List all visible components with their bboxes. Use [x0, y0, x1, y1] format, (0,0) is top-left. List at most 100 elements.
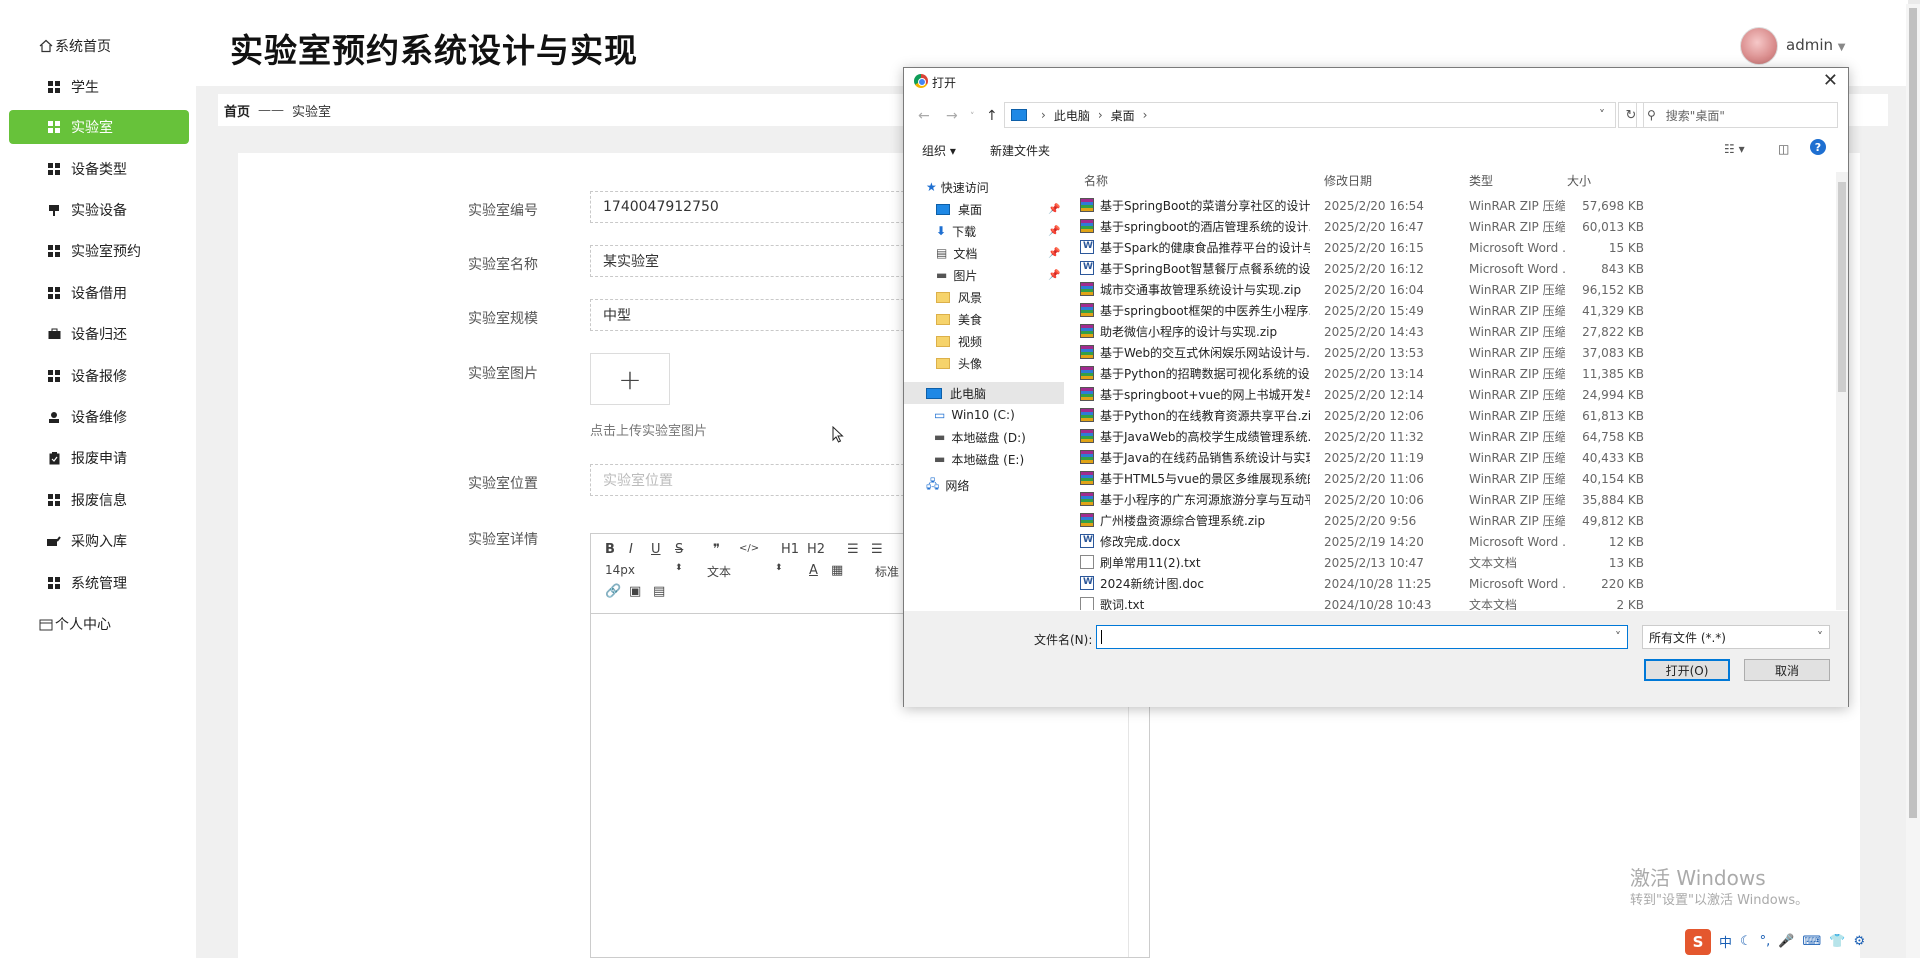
- tree-item-drive-c[interactable]: ▭ Win10 (C:): [904, 404, 1064, 426]
- font-color-button[interactable]: A: [809, 563, 818, 578]
- filename-input[interactable]: ˅: [1096, 625, 1628, 649]
- sidebar-item-lab-booking[interactable]: 实验室预约: [9, 234, 189, 268]
- file-row[interactable]: 助老微信小程序的设计与实现.zip 2025/2/20 14:43 WinRAR Z…: [1074, 321, 1836, 342]
- organize-button[interactable]: 组织 ▾: [922, 142, 956, 159]
- ordered-list-button[interactable]: ☰: [847, 542, 859, 557]
- tree-item-folder[interactable]: 美食: [904, 308, 1064, 330]
- help-icon[interactable]: ?: [1810, 139, 1826, 155]
- page-scrollbar[interactable]: [1906, 4, 1920, 958]
- forward-arrow-icon[interactable]: →: [946, 108, 958, 124]
- tree-item-drive-d[interactable]: ▬ 本地磁盘 (D:): [904, 426, 1064, 448]
- strike-button[interactable]: S: [675, 542, 683, 557]
- sidebar-item-profile[interactable]: 个人中心: [9, 607, 189, 641]
- tree-item-folder[interactable]: 视频: [904, 330, 1064, 352]
- tree-item-desktop[interactable]: 桌面 📌: [904, 198, 1064, 220]
- sidebar-item-device-borrow[interactable]: 设备借用: [9, 276, 189, 310]
- link-icon[interactable]: 🔗: [605, 584, 621, 599]
- tree-item-downloads[interactable]: ⬇ 下载 📌: [904, 220, 1064, 242]
- tree-item-folder[interactable]: 风景: [904, 286, 1064, 308]
- tree-item-quick-access[interactable]: ★ 快速访问: [904, 176, 1064, 198]
- file-row[interactable]: 城市交通事故管理系统设计与实现.zip 2025/2/20 16:04 WinRAR…: [1074, 279, 1836, 300]
- keyboard-icon[interactable]: ⌨: [1803, 934, 1822, 949]
- skin-icon[interactable]: 👕: [1829, 934, 1845, 949]
- view-options-icon[interactable]: ☷ ▾: [1724, 142, 1745, 156]
- microphone-icon[interactable]: 🎤: [1778, 934, 1794, 949]
- underline-button[interactable]: U: [651, 542, 661, 557]
- file-row[interactable]: 基于Python的在线教育资源共享平台.zip 2025/2/20 12:06 Wi…: [1074, 405, 1836, 426]
- tree-item-documents[interactable]: ▤ 文档 📌: [904, 242, 1064, 264]
- image-upload-button[interactable]: +: [590, 353, 670, 405]
- bg-color-button[interactable]: ▦: [831, 563, 843, 578]
- avatar[interactable]: [1740, 27, 1778, 65]
- moon-icon[interactable]: ☾: [1740, 934, 1752, 949]
- file-row[interactable]: 基于小程序的广东河源旅游分享与互动平... 2025/2/20 10:06 WinR…: [1074, 489, 1836, 510]
- file-row[interactable]: 2024新统计图.doc2024/10/28 11:25Microsoft Wo…: [1074, 573, 1836, 594]
- italic-button[interactable]: I: [629, 542, 633, 557]
- file-row[interactable]: 基于Python的招聘数据可视化系统的设... 2025/2/20 13:14 Wi…: [1074, 363, 1836, 384]
- column-header-type[interactable]: 类型: [1469, 172, 1493, 189]
- chevron-down-icon[interactable]: ˅: [970, 112, 975, 122]
- file-row[interactable]: 广州楼盘资源综合管理系统.zip 2025/2/20 9:56 WinRAR ZIP…: [1074, 510, 1836, 531]
- code-button[interactable]: </>: [739, 543, 759, 554]
- punctuation-icon[interactable]: °,: [1760, 934, 1771, 949]
- quote-button[interactable]: ❞: [713, 542, 720, 557]
- file-row[interactable]: 基于JavaWeb的高校学生成绩管理系统... 2025/2/20 11:32 Wi…: [1074, 426, 1836, 447]
- h1-button[interactable]: H1: [781, 542, 799, 557]
- tree-item-drive-e[interactable]: ▬ 本地磁盘 (E:): [904, 448, 1064, 470]
- bullet-list-button[interactable]: ☰: [871, 542, 883, 557]
- sidebar-item-home[interactable]: 系统首页: [9, 29, 189, 63]
- cancel-button[interactable]: 取消: [1744, 659, 1830, 681]
- sidebar-item-device-type[interactable]: 设备类型: [9, 152, 189, 186]
- file-row[interactable]: 基于SpringBoot智慧餐厅点餐系统的设... 2025/2/20 16:12…: [1074, 258, 1836, 279]
- file-list-scrollbar[interactable]: [1836, 172, 1848, 610]
- file-row[interactable]: 基于HTML5与vue的景区多维展现系统的... 2025/2/20 11:06 W…: [1074, 468, 1836, 489]
- user-menu[interactable]: admin ▼: [1786, 36, 1845, 54]
- file-row[interactable]: 基于springboot框架的中医养生小程序... 2025/2/20 15:49…: [1074, 300, 1836, 321]
- scrollbar-thumb[interactable]: [1838, 182, 1846, 392]
- sidebar-item-system[interactable]: 系统管理: [9, 566, 189, 600]
- path-segment[interactable]: 桌面: [1111, 107, 1135, 124]
- preview-pane-icon[interactable]: ◫: [1778, 142, 1789, 156]
- file-row[interactable]: 修改完成.docx2025/2/19 14:20Microsoft Word .…: [1074, 531, 1836, 552]
- file-row[interactable]: 歌词.txt 2024/10/28 10:43 文本文档 2 KB: [1074, 594, 1836, 610]
- sidebar-item-students[interactable]: 学生: [9, 70, 189, 104]
- up-arrow-icon[interactable]: ↑: [986, 108, 998, 124]
- close-button[interactable]: ✕: [1823, 70, 1838, 91]
- ime-language[interactable]: 中: [1719, 932, 1732, 951]
- file-row[interactable]: 基于springboot的酒店管理系统的设计... 2025/2/20 16:47…: [1074, 216, 1836, 237]
- sidebar-item-scrap-apply[interactable]: 报废申请: [9, 441, 189, 475]
- column-header-name[interactable]: 名称: [1084, 172, 1108, 189]
- file-row[interactable]: 基于springboot+vue的网上书城开发与... 2025/2/20 12:…: [1074, 384, 1836, 405]
- tree-item-this-pc[interactable]: 此电脑: [904, 382, 1064, 404]
- back-arrow-icon[interactable]: ←: [918, 108, 930, 124]
- sidebar-item-device-repair-report[interactable]: 设备报修: [9, 359, 189, 393]
- settings-icon[interactable]: ⚙: [1853, 934, 1865, 949]
- font-size-select[interactable]: 14px: [605, 563, 635, 577]
- bold-button[interactable]: B: [605, 542, 615, 557]
- sidebar-item-lab-device[interactable]: 实验设备: [9, 193, 189, 227]
- heading-select[interactable]: 标准: [875, 563, 899, 580]
- open-button[interactable]: 打开(O): [1644, 659, 1730, 681]
- chevron-down-icon[interactable]: ˅: [1615, 630, 1621, 644]
- new-folder-button[interactable]: 新建文件夹: [990, 142, 1050, 159]
- sidebar-item-scrap-info[interactable]: 报废信息: [9, 483, 189, 517]
- file-row[interactable]: 基于Java的在线药品销售系统设计与实现... 2025/2/20 11:19 Wi…: [1074, 447, 1836, 468]
- file-row[interactable]: 刷单常用11(2).txt 2025/2/13 10:47 文本文档 13 KB: [1074, 552, 1836, 573]
- tree-item-pictures[interactable]: ▬ 图片 📌: [904, 264, 1064, 286]
- sidebar-item-device-return[interactable]: 设备归还: [9, 317, 189, 351]
- sidebar-item-purchase[interactable]: 采购入库: [9, 524, 189, 558]
- file-row[interactable]: 基于SpringBoot的菜谱分享社区的设计... 2025/2/20 16:54…: [1074, 195, 1836, 216]
- address-bar[interactable]: › 此电脑 › 桌面 › ˅: [1004, 102, 1616, 128]
- file-row[interactable]: 基于Web的交互式休闲娱乐网站设计与... 2025/2/20 13:53 WinR…: [1074, 342, 1836, 363]
- breadcrumb-home[interactable]: 首页: [224, 101, 250, 120]
- file-row[interactable]: 基于Spark的健康食品推荐平台的设计与...2025/2/20 16:15Mi…: [1074, 237, 1836, 258]
- scrollbar-thumb[interactable]: [1909, 8, 1917, 818]
- search-input[interactable]: ⚲ 搜索"桌面": [1636, 102, 1838, 128]
- image-icon[interactable]: ▣: [629, 584, 641, 599]
- column-header-size[interactable]: 大小: [1567, 172, 1591, 189]
- tree-item-network[interactable]: 🖧 网络: [904, 474, 1064, 496]
- chevron-down-icon[interactable]: ˅: [1599, 108, 1605, 122]
- column-header-date[interactable]: 修改日期: [1324, 172, 1372, 189]
- h2-button[interactable]: H2: [807, 542, 825, 557]
- video-icon[interactable]: ▤: [653, 584, 665, 599]
